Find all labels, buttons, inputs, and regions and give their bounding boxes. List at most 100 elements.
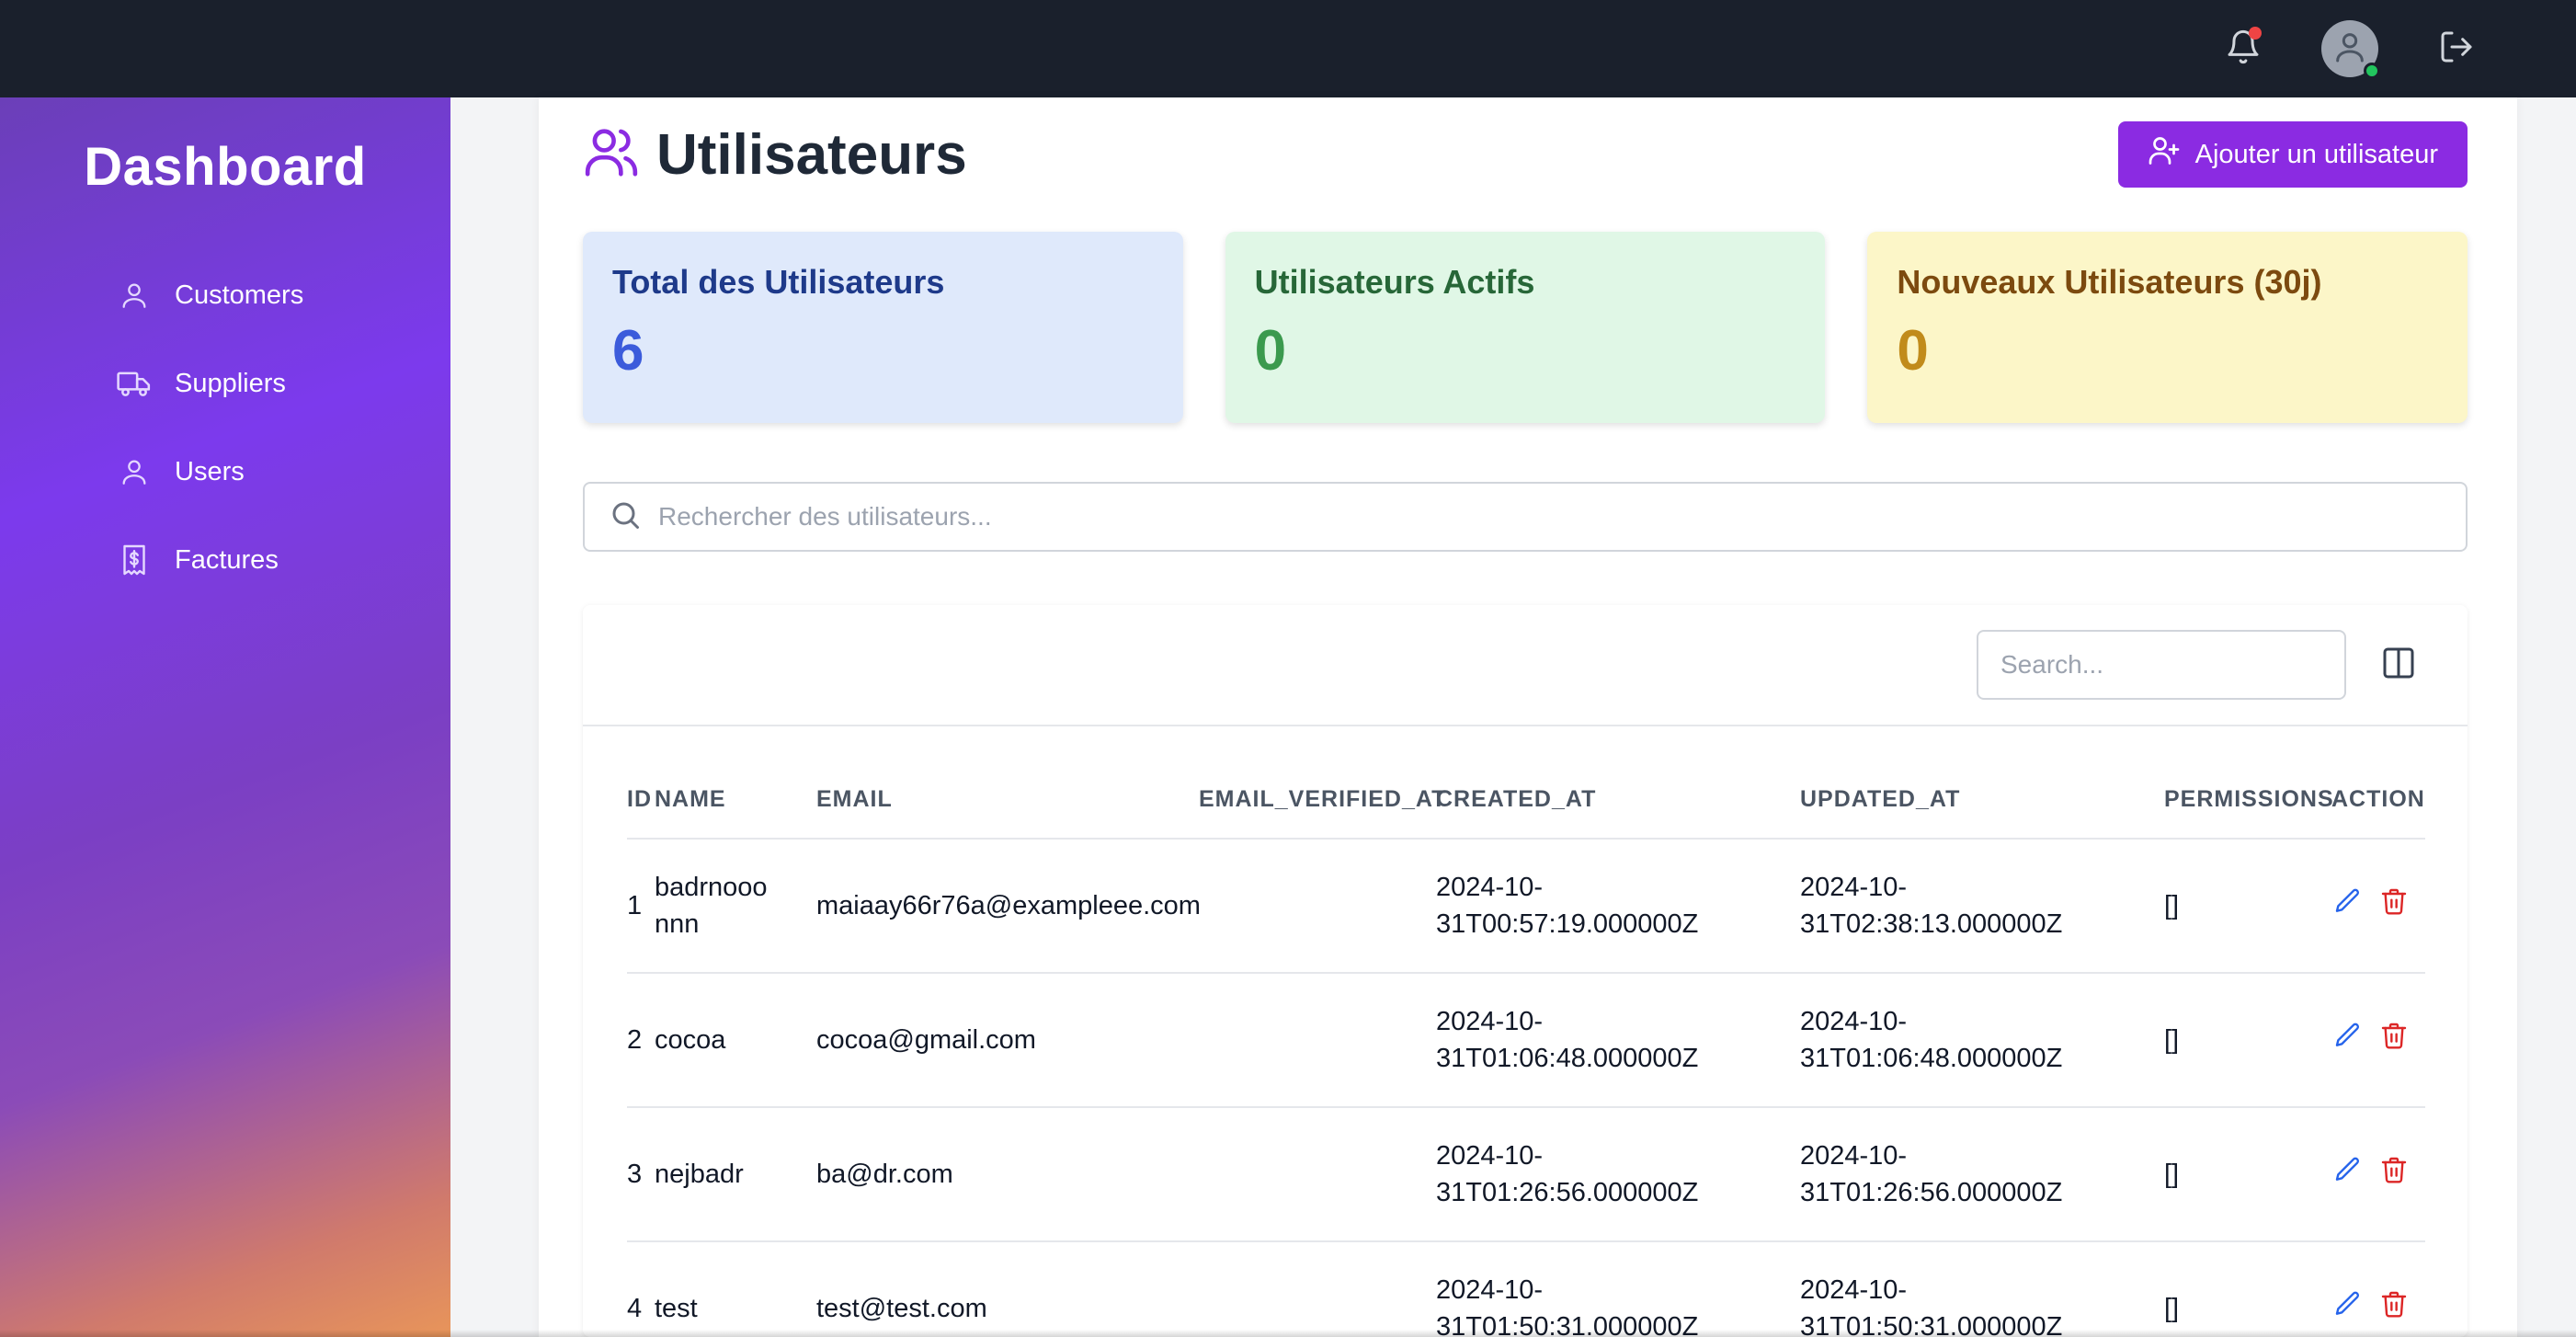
- trash-icon: [2379, 886, 2409, 926]
- cell-id: 1: [627, 839, 655, 974]
- cell-permissions: []: [2164, 1241, 2331, 1337]
- notifications-button[interactable]: [2208, 14, 2278, 84]
- cell-permissions: []: [2164, 973, 2331, 1108]
- sidebar-item-factures[interactable]: Factures: [0, 516, 450, 604]
- edit-button[interactable]: [2331, 888, 2365, 922]
- stat-value: 6: [612, 319, 644, 383]
- sidebar-item-label: Suppliers: [175, 368, 286, 398]
- window-bottom-edge: [0, 1330, 2576, 1337]
- cell-updated-at: 2024-10-31T01:50:31.000000Z: [1800, 1241, 2164, 1337]
- cell-name: test: [655, 1241, 816, 1337]
- add-user-button[interactable]: Ajouter un utilisateur: [2117, 121, 2468, 188]
- edit-button[interactable]: [2331, 1155, 2365, 1194]
- delete-button[interactable]: [2377, 1291, 2411, 1325]
- sidebar-item-label: Factures: [175, 544, 279, 575]
- brand-title: Dashboard: [84, 137, 367, 197]
- sidebar-item-suppliers[interactable]: Suppliers: [0, 339, 450, 428]
- cell-name: nejbadr: [655, 1107, 816, 1242]
- pencil-icon: [2333, 1155, 2363, 1194]
- column-header-permissions[interactable]: PERMISSIONS: [2164, 761, 2333, 840]
- stat-label: Total des Utilisateurs: [612, 263, 945, 301]
- cell-email: ba@dr.com: [816, 1107, 1199, 1242]
- cell-email: cocoa@gmail.com: [816, 973, 1199, 1108]
- table-row: 4 test test@test.com 2024-10-31T01:50:31…: [627, 1241, 2425, 1337]
- users-icon: [583, 124, 640, 186]
- search-icon: [609, 498, 642, 536]
- cell-email-verified-at: [1199, 1241, 1436, 1337]
- cell-id: 4: [627, 1241, 655, 1337]
- sidebar-item-users[interactable]: Users: [0, 428, 450, 516]
- sidebar: Dashboard Customers Suppliers Users Fact…: [0, 97, 450, 1337]
- users-table: ID NAME EMAIL EMAIL_VERIFIED_AT CREATED_…: [627, 761, 2425, 1337]
- cell-id: 2: [627, 973, 655, 1108]
- sidebar-item-label: Users: [175, 456, 245, 486]
- stat-label: Nouveaux Utilisateurs (30j): [1897, 263, 2322, 301]
- add-user-button-label: Ajouter un utilisateur: [2194, 139, 2438, 169]
- avatar: [2321, 20, 2380, 79]
- stat-label: Utilisateurs Actifs: [1254, 263, 1535, 301]
- cell-created-at: 2024-10-31T01:26:56.000000Z: [1436, 1107, 1800, 1242]
- trash-icon: [2379, 1155, 2409, 1194]
- column-header-created-at[interactable]: CREATED_AT: [1436, 761, 1800, 840]
- table-search-input[interactable]: [1977, 630, 2346, 700]
- table-row: 1 badrnooo nnn maiaay66r76a@exampleee.co…: [627, 839, 2425, 974]
- cell-updated-at: 2024-10-31T01:26:56.000000Z: [1800, 1107, 2164, 1242]
- cell-actions: [2331, 973, 2425, 1108]
- edit-button[interactable]: [2331, 1291, 2365, 1325]
- cell-created-at: 2024-10-31T00:57:19.000000Z: [1436, 839, 1800, 974]
- delete-button[interactable]: [2377, 1023, 2411, 1057]
- top-bar: [0, 0, 2576, 97]
- cell-email-verified-at: [1199, 1107, 1436, 1242]
- page-title: Utilisateurs: [656, 122, 967, 187]
- table-row: 2 cocoa cocoa@gmail.com 2024-10-31T01:06…: [627, 973, 2425, 1108]
- logout-button[interactable]: [2422, 14, 2491, 84]
- page-header: Utilisateurs Ajouter un utilisateur: [583, 118, 2468, 191]
- table-row: 3 nejbadr ba@dr.com 2024-10-31T01:26:56.…: [627, 1107, 2425, 1242]
- pencil-icon: [2333, 886, 2363, 926]
- row-actions: [2331, 1291, 2425, 1325]
- column-header-email-verified-at[interactable]: EMAIL_VERIFIED_AT: [1199, 761, 1445, 840]
- stat-value: 0: [1254, 319, 1287, 383]
- user-plus-icon: [2148, 134, 2181, 175]
- sidebar-item-label: Customers: [175, 280, 304, 310]
- columns-icon: [2380, 645, 2417, 686]
- column-header-id[interactable]: ID: [627, 761, 655, 840]
- column-header-name[interactable]: NAME: [655, 761, 816, 840]
- cell-permissions: []: [2164, 839, 2331, 974]
- cell-actions: [2331, 1241, 2425, 1337]
- notification-badge: [2249, 27, 2262, 40]
- receipt-icon: [116, 542, 153, 578]
- cell-updated-at: 2024-10-31T01:06:48.000000Z: [1800, 973, 2164, 1108]
- delete-button[interactable]: [2377, 888, 2411, 922]
- truck-icon: [116, 365, 153, 402]
- trash-icon: [2379, 1289, 2409, 1329]
- cell-name: cocoa: [655, 973, 816, 1108]
- column-header-email[interactable]: EMAIL: [816, 761, 1199, 840]
- cell-updated-at: 2024-10-31T02:38:13.000000Z: [1800, 839, 2164, 974]
- stat-card-new-users: Nouveaux Utilisateurs (30j) 0: [1867, 232, 2468, 423]
- stat-card-active-users: Utilisateurs Actifs 0: [1225, 232, 1826, 423]
- sidebar-item-customers[interactable]: Customers: [0, 251, 450, 339]
- stats-row: Total des Utilisateurs 6 Utilisateurs Ac…: [583, 232, 2468, 423]
- stat-value: 0: [1897, 319, 1929, 383]
- table-header-row: ID NAME EMAIL EMAIL_VERIFIED_AT CREATED_…: [627, 761, 2425, 840]
- edit-button[interactable]: [2331, 1023, 2365, 1057]
- cell-email-verified-at: [1199, 973, 1436, 1108]
- pencil-icon: [2333, 1021, 2363, 1060]
- row-actions: [2331, 1023, 2425, 1057]
- page-title-group: Utilisateurs: [583, 122, 967, 188]
- column-toggle-button[interactable]: [2377, 644, 2420, 686]
- pencil-icon: [2333, 1289, 2363, 1329]
- row-actions: [2331, 1155, 2425, 1194]
- column-header-updated-at[interactable]: UPDATED_AT: [1800, 761, 2164, 840]
- cell-name: badrnooo nnn: [655, 839, 816, 974]
- delete-button[interactable]: [2377, 1155, 2411, 1194]
- profile-button[interactable]: [2315, 14, 2385, 84]
- cell-actions: [2331, 839, 2425, 974]
- cell-actions: [2331, 1107, 2425, 1242]
- user-search-input[interactable]: [658, 502, 2405, 531]
- cell-email: maiaay66r76a@exampleee.com: [816, 839, 1201, 974]
- user-icon: [116, 277, 153, 314]
- user-search-box: [583, 482, 2468, 552]
- users-table-card: ID NAME EMAIL EMAIL_VERIFIED_AT CREATED_…: [583, 605, 2468, 1337]
